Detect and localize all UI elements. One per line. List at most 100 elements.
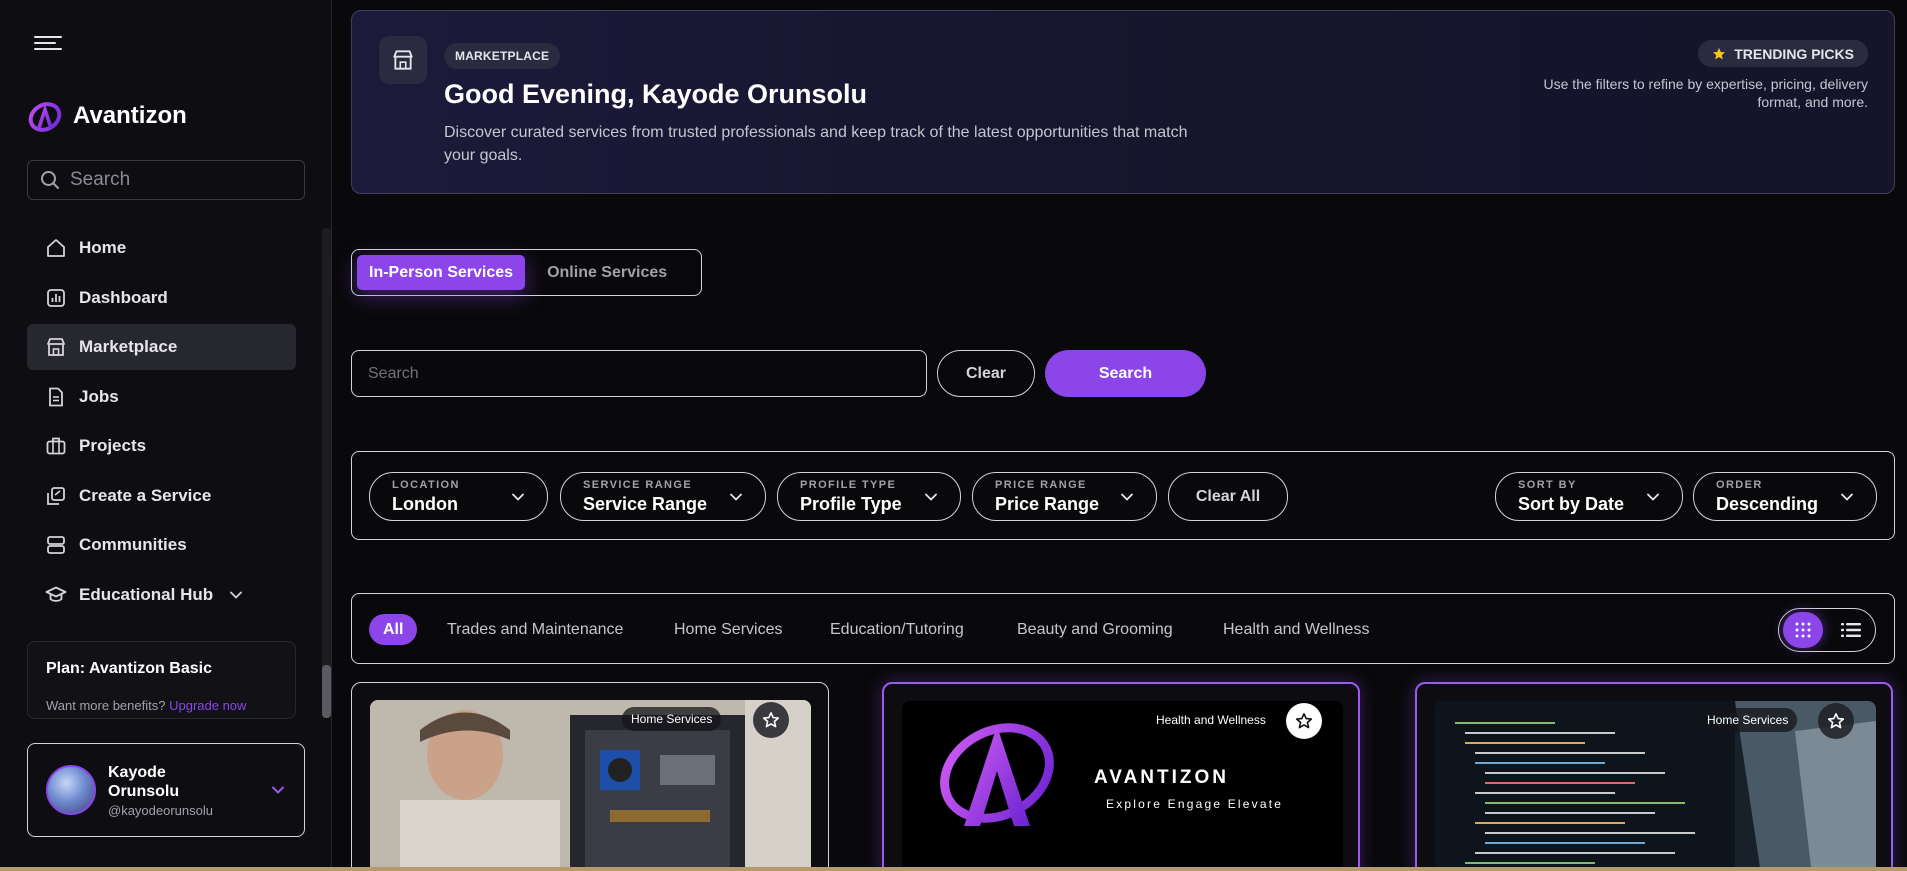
list-view-button[interactable] — [1831, 612, 1871, 648]
trending-picks-badge: TRENDING PICKS — [1698, 40, 1868, 67]
chevron-down-icon — [730, 493, 742, 501]
sidebar-search-input[interactable] — [70, 169, 290, 191]
sidebar-item-label: Create a Service — [79, 485, 212, 505]
star-icon — [1713, 47, 1726, 59]
filter-label: SERVICE RANGE — [583, 479, 693, 491]
sidebar-item-marketplace[interactable]: Marketplace — [27, 324, 296, 370]
clear-all-button[interactable]: Clear All — [1168, 472, 1288, 521]
filter-label: PRICE RANGE — [995, 479, 1087, 491]
category-education-tutoring[interactable]: Education/Tutoring — [830, 614, 964, 645]
app-root: Avantizon Home Dashboard Marketplace Job… — [0, 0, 1907, 871]
sort-by-select[interactable]: SORT BY Sort by Date — [1495, 472, 1683, 521]
filter-label: LOCATION — [392, 479, 460, 491]
sidebar-item-projects[interactable]: Projects — [27, 423, 296, 469]
list-icon — [1841, 623, 1861, 637]
user-info: Kayode Orunsolu @kayodeorunsolu — [108, 763, 228, 818]
category-all[interactable]: All — [369, 614, 418, 645]
user-handle: @kayodeorunsolu — [108, 802, 213, 818]
sidebar-item-label: Marketplace — [79, 337, 178, 356]
brand-name: Avantizon — [73, 102, 187, 129]
plan-card: Plan: Avantizon Basic Want more benefits… — [27, 641, 296, 719]
sidebar-scrollbar-thumb[interactable] — [322, 665, 331, 718]
star-outline-icon — [762, 712, 780, 728]
filter-value: Sort by Date — [1518, 494, 1625, 514]
filter-label: PROFILE TYPE — [800, 479, 897, 491]
filter-value: Descending — [1716, 494, 1819, 514]
avatar — [46, 765, 96, 815]
plan-subtitle: Want more benefits? Upgrade now — [46, 698, 277, 713]
service-card-image — [370, 700, 811, 871]
filter-bar: LOCATION London SERVICE RANGE Service Ra… — [351, 451, 1895, 540]
page-title: Good Evening, Kayode Orunsolu — [444, 79, 868, 109]
avantizon-logo-icon — [28, 102, 62, 132]
search-icon — [41, 171, 59, 189]
marketplace-badge: MARKETPLACE — [444, 43, 561, 69]
sidebar-item-home[interactable]: Home — [27, 225, 296, 271]
sidebar-item-label: Communities — [79, 535, 187, 554]
technician-photo — [370, 700, 811, 871]
plan-title: Plan: Avantizon Basic — [46, 660, 212, 677]
filter-value: Profile Type — [800, 494, 902, 514]
logo-tagline: Explore Engage Elevate — [1106, 797, 1284, 811]
sidebar-item-jobs[interactable]: Jobs — [27, 374, 296, 420]
chevron-down-icon — [1841, 493, 1853, 501]
clear-button[interactable]: Clear — [937, 350, 1035, 397]
filter-label: SORT BY — [1518, 479, 1577, 491]
category-beauty-grooming[interactable]: Beauty and Grooming — [1017, 614, 1173, 645]
sidebar-item-label: Projects — [79, 436, 147, 455]
service-card-image: AVANTIZON Explore Engage Elevate — [902, 701, 1343, 871]
bottom-edge-strip — [0, 867, 1907, 871]
chevron-down-icon — [230, 591, 243, 599]
sidebar-item-communities[interactable]: Communities — [27, 522, 296, 568]
hamburger-menu-icon[interactable] — [34, 32, 62, 56]
sidebar-item-dashboard[interactable]: Dashboard — [27, 275, 296, 321]
search-input[interactable] — [351, 350, 927, 397]
sidebar: Avantizon Home Dashboard Marketplace Job… — [0, 0, 332, 871]
chevron-down-icon — [1121, 493, 1133, 501]
profile-type-select[interactable]: PROFILE TYPE Profile Type — [777, 472, 961, 521]
logo-wordmark: AVANTIZON — [1094, 767, 1230, 788]
store-icon — [47, 338, 65, 356]
sidebar-item-label: Dashboard — [79, 287, 168, 307]
sidebar-scrollbar-track[interactable] — [322, 228, 331, 718]
service-card[interactable]: AVANTIZON Explore Engage Elevate Health … — [882, 682, 1360, 871]
favorite-button[interactable] — [1818, 703, 1854, 739]
location-select[interactable]: LOCATION London — [369, 472, 548, 521]
service-card[interactable]: Home Services — [351, 682, 829, 871]
filter-value: London — [392, 494, 458, 514]
search-button[interactable]: Search — [1045, 350, 1206, 397]
card-category-tag: Health and Wellness — [1156, 713, 1266, 727]
service-range-select[interactable]: SERVICE RANGE Service Range — [560, 472, 766, 521]
sidebar-item-label: Jobs — [79, 386, 119, 406]
chevron-down-icon[interactable] — [270, 782, 286, 798]
category-home-services[interactable]: Home Services — [674, 614, 782, 645]
sidebar-item-educational-hub[interactable]: Educational Hub — [27, 572, 296, 618]
sidebar-search[interactable] — [27, 160, 305, 200]
grid-view-button[interactable] — [1783, 612, 1823, 648]
hero-banner: MARKETPLACE Good Evening, Kayode Orunsol… — [351, 10, 1895, 194]
category-bar: All Trades and Maintenance Home Services… — [351, 593, 1895, 664]
tab-online-services[interactable]: Online Services — [535, 255, 679, 290]
hero-description: Discover curated services from trusted p… — [444, 124, 1188, 164]
home-icon — [47, 239, 65, 257]
filter-value: Price Range — [995, 494, 1100, 514]
service-card[interactable]: Home Services — [1415, 682, 1893, 871]
user-profile-card[interactable]: Kayode Orunsolu @kayodeorunsolu — [27, 743, 305, 837]
store-icon — [379, 36, 427, 84]
card-category-tag: Home Services — [622, 707, 722, 731]
card-category-tag: Home Services — [1698, 708, 1798, 732]
category-health-wellness[interactable]: Health and Wellness — [1223, 614, 1369, 645]
tab-in-person-services[interactable]: In-Person Services — [357, 255, 526, 290]
filter-label: ORDER — [1716, 479, 1763, 491]
graduation-cap-icon — [45, 586, 67, 602]
favorite-button[interactable] — [753, 702, 789, 738]
category-trades-maintenance[interactable]: Trades and Maintenance — [447, 614, 623, 645]
sidebar-item-create-service[interactable]: Create a Service — [27, 473, 296, 519]
brand[interactable]: Avantizon — [27, 98, 187, 134]
upgrade-link[interactable]: Upgrade now — [169, 698, 246, 713]
order-select[interactable]: ORDER Descending — [1693, 472, 1877, 521]
document-icon — [49, 387, 63, 406]
price-range-select[interactable]: PRICE RANGE Price Range — [972, 472, 1157, 521]
dashboard-icon — [47, 288, 65, 307]
favorite-button[interactable] — [1286, 703, 1322, 739]
